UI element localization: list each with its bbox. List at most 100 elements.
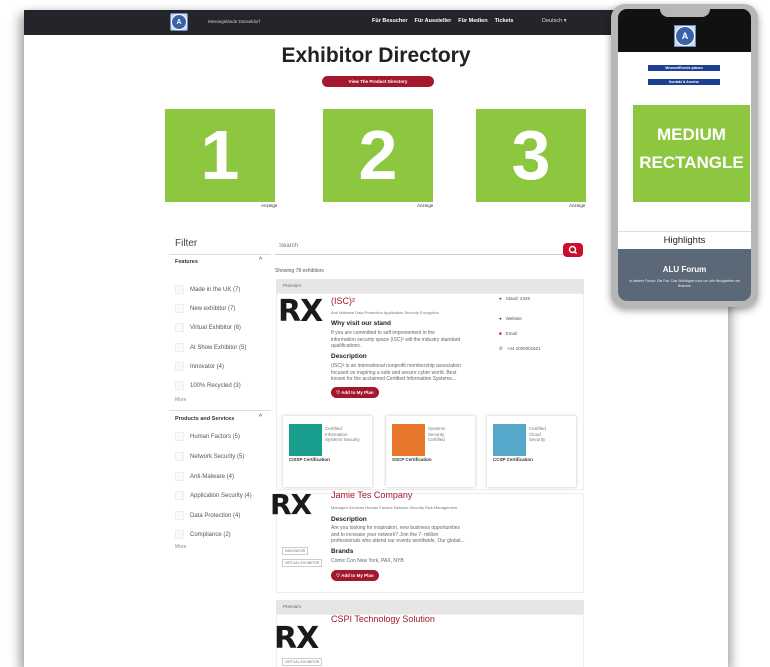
phone-button[interactable]: Messen/Events planen	[648, 65, 720, 71]
filter-option[interactable]: Data Protection (4)	[175, 511, 240, 520]
chevron-up-icon[interactable]: ^	[259, 414, 262, 421]
phone-button[interactable]: Kontakt & Anreise	[648, 79, 720, 85]
filter-option[interactable]: New exhibitor (7)	[175, 304, 235, 313]
description-text: (ISC)² is an international nonprofit mem…	[331, 363, 461, 383]
ad-label-3: Anzeige	[569, 203, 586, 208]
filter-option[interactable]: Innovator (4)	[175, 362, 224, 371]
product-directory-button[interactable]: View The Product Directory	[322, 76, 434, 87]
certification-card[interactable]: Certified Cloud Security CCSP Certificatio…	[487, 416, 576, 487]
filter-option-label: Made in the UK (7)	[190, 286, 241, 293]
heart-icon: ♡	[336, 390, 341, 395]
screenshot-canvas: A Messegelände Düsseldorf Für Besucher F…	[0, 0, 770, 667]
rx-logo[interactable]: RX	[274, 621, 319, 656]
text-line: professionals who attend our events worl…	[331, 538, 465, 544]
search-icon	[568, 245, 578, 255]
brand-name[interactable]: Messegelände Düsseldorf	[208, 19, 260, 24]
email-link[interactable]: ■ Email	[499, 331, 517, 336]
add-to-plan-button[interactable]: ♡ Add to My Plan	[331, 387, 379, 398]
add-to-plan-button[interactable]: ♡ Add to My Plan	[331, 570, 379, 581]
phone-screen: A Messen/Events planen Kontakt & Anreise…	[618, 9, 751, 301]
exhibitor-name[interactable]: Jamie Tes Company	[331, 490, 412, 500]
checkbox[interactable]	[175, 511, 184, 520]
website-link[interactable]: ● Website	[499, 316, 522, 321]
description-text: Are you looking for inspiration, new bus…	[331, 525, 465, 545]
filter-option-label: Compliance (2)	[190, 531, 231, 538]
cert-tagline: Systems Security Certified	[428, 426, 446, 442]
search-button[interactable]	[563, 243, 583, 257]
checkbox[interactable]	[175, 530, 184, 539]
premium-banner: Premium	[276, 279, 584, 293]
search-input[interactable]	[275, 237, 565, 255]
checkbox[interactable]	[175, 432, 184, 441]
cert-name: SSCP Certification	[392, 457, 432, 462]
certification-card[interactable]: Systems Security Certified SSCP Certificat…	[386, 416, 475, 487]
filter-option[interactable]: Virtual Exhibitor (6)	[175, 323, 241, 332]
filter-option-label: 100% Recycled (3)	[190, 382, 241, 389]
location-icon: ●	[499, 296, 502, 301]
add-to-plan-label: Add to My Plan	[341, 573, 374, 578]
text-line: Are you looking for inspiration, new bus…	[331, 525, 460, 531]
ccsp-logo	[493, 424, 526, 456]
description-heading: Description	[331, 516, 367, 523]
description-heading: Description	[331, 353, 367, 360]
main-nav: Für Besucher Für Aussteller Für Medien T…	[372, 18, 513, 24]
checkbox[interactable]	[175, 362, 184, 371]
logo-mark: A	[171, 14, 187, 30]
cert-name: CISSP Certification	[289, 457, 330, 462]
checkbox[interactable]	[175, 285, 184, 294]
nav-item-media[interactable]: Für Medien	[458, 18, 487, 24]
rx-logo[interactable]: RX	[278, 294, 323, 329]
nav-item-tickets[interactable]: Tickets	[495, 18, 514, 24]
cert-tagline: Certified Cloud Security	[529, 426, 546, 442]
more-link[interactable]: More	[175, 397, 186, 403]
more-link[interactable]: More	[175, 544, 186, 550]
checkbox[interactable]	[175, 323, 184, 332]
stand-number: Stand: 2345	[505, 296, 530, 301]
globe-icon: ●	[499, 316, 502, 321]
text-line: (ISC)² is an international nonprofit mem…	[331, 363, 462, 369]
chevron-up-icon[interactable]: ^	[259, 257, 262, 264]
nav-item-exhibitors[interactable]: Für Aussteller	[414, 18, 451, 24]
filter-option[interactable]: Network Security (5)	[175, 452, 244, 461]
stand-info: ● Stand: 2345	[499, 296, 530, 301]
filter-title: Filter	[175, 238, 198, 249]
exhibitor-name[interactable]: CSPI Technology Solution	[331, 614, 435, 624]
filter-option-label: Network Security (5)	[190, 453, 245, 460]
filter-option[interactable]: Compliance (2)	[175, 530, 231, 539]
medium-rectangle-ad[interactable]: MEDIUM RECTANGLE	[633, 105, 750, 202]
filter-option[interactable]: Anti-Malware (4)	[175, 472, 234, 481]
ad-label-1: Anzeige	[261, 203, 278, 208]
language-selector[interactable]: Deutsch ▾	[542, 18, 566, 24]
filter-option[interactable]: Made in the UK (7)	[175, 285, 240, 294]
filter-option-label: Data Protection (4)	[190, 512, 241, 519]
ad-banner-3[interactable]: 3	[476, 109, 586, 202]
checkbox[interactable]	[175, 304, 184, 313]
phone-logo[interactable]: A	[674, 25, 696, 47]
filter-option[interactable]: Application Security (4)	[175, 491, 252, 500]
forum-image[interactable]	[618, 249, 751, 301]
checkbox[interactable]	[175, 452, 184, 461]
filter-option-label: Virtual Exhibitor (6)	[190, 324, 241, 331]
sscp-logo	[392, 424, 425, 456]
rx-logo[interactable]: RX	[270, 488, 312, 521]
checkbox[interactable]	[175, 491, 184, 500]
forum-text: In diesem Forum: Die Fair. Das Wichtigst…	[628, 279, 741, 288]
checkbox[interactable]	[175, 343, 184, 352]
phone-link[interactable]: ✆ +44 2000001621	[499, 346, 541, 352]
filter-option[interactable]: At Show Exhibitor (5)	[175, 343, 246, 352]
filter-option-label: Innovator (4)	[190, 363, 225, 370]
website-label: Website	[505, 316, 522, 321]
nav-item-visitors[interactable]: Für Besucher	[372, 18, 407, 24]
certification-card[interactable]: Certified Information Systems Security CIS…	[283, 416, 372, 487]
filter-option-label: At Show Exhibitor (5)	[190, 344, 247, 351]
site-logo[interactable]: A	[170, 13, 188, 31]
exhibitor-name[interactable]: (ISC)²	[331, 296, 355, 306]
filter-option[interactable]: Human Factors (5)	[175, 432, 240, 441]
checkbox[interactable]	[175, 381, 184, 390]
text-line: known for the acclaimed Certified Inform…	[331, 376, 457, 382]
phone-icon: ✆	[499, 346, 503, 351]
checkbox[interactable]	[175, 472, 184, 481]
filter-option[interactable]: 100% Recycled (3)	[175, 381, 241, 390]
ad-banner-2[interactable]: 2	[323, 109, 433, 202]
ad-banner-1[interactable]: 1	[165, 109, 275, 202]
